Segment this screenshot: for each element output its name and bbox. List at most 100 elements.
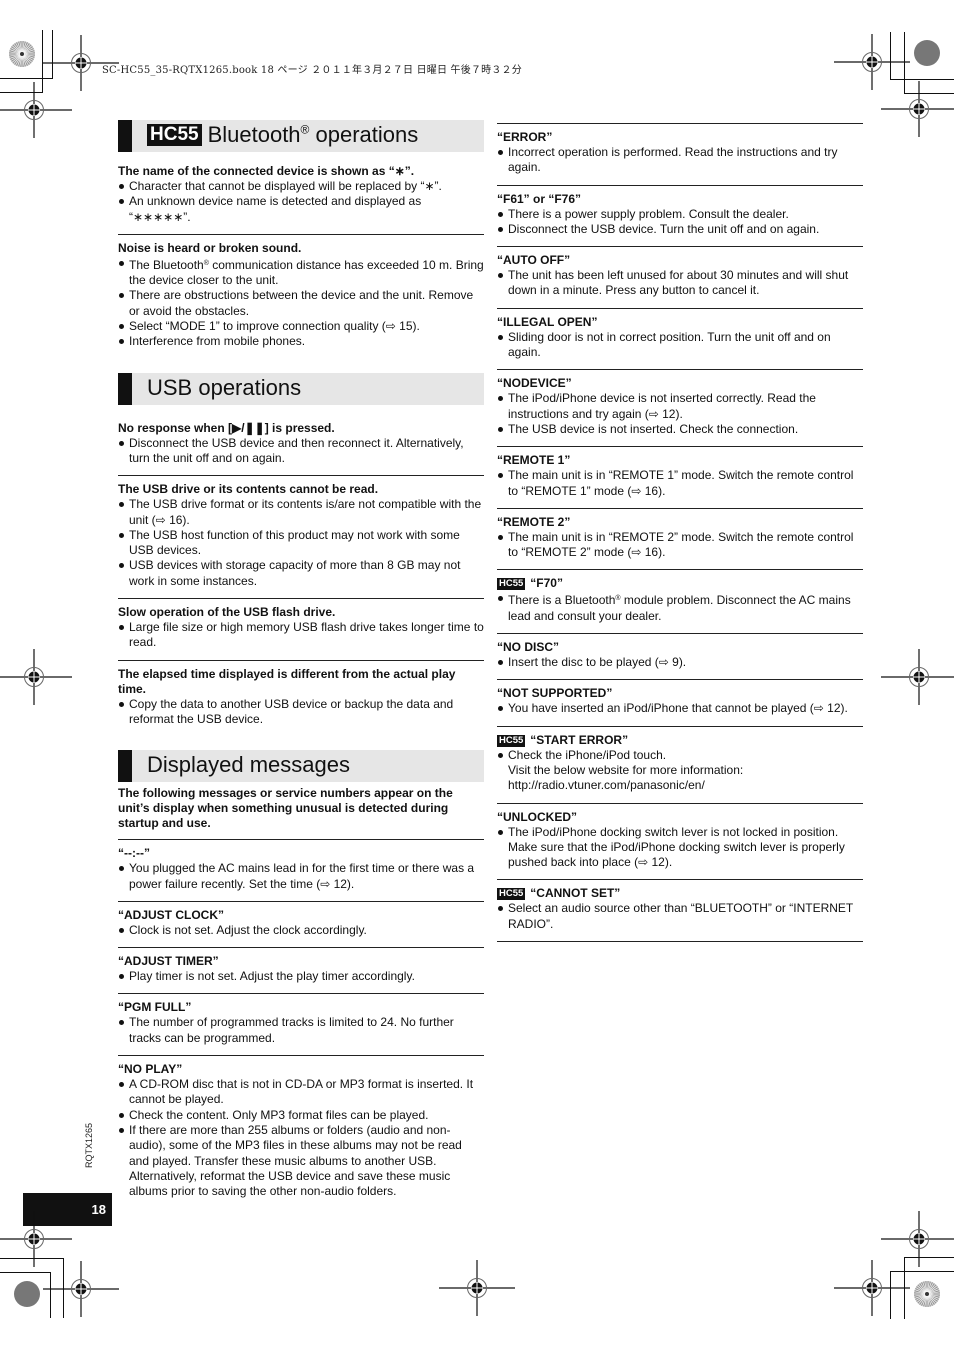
message-block: “UNLOCKED” The iPod/iPhone docking switch… xyxy=(497,804,863,881)
bullet-item: The main unit is in “REMOTE 2” mode. Swi… xyxy=(497,530,863,561)
message-block: The USB drive or its contents cannot be … xyxy=(118,476,484,600)
bullet-list: Play timer is not set. Adjust the play t… xyxy=(118,969,484,984)
bullet-list: Copy the data to another USB device or b… xyxy=(118,697,484,728)
message-block: HC55 “CANNOT SET” Select an audio source o… xyxy=(497,880,863,943)
block-heading: “ADJUST CLOCK” xyxy=(118,908,484,923)
message-block: “REMOTE 2” The main unit is in “REMOTE 2”… xyxy=(497,509,863,571)
message-block: “--:--” You plugged the AC mains lead in … xyxy=(118,840,484,902)
bullet-item: The USB host function of this product ma… xyxy=(118,528,484,559)
bullet-item: Insert the disc to be played (⇨ 9). xyxy=(497,655,863,670)
message-block: Noise is heard or broken sound. The Bluet… xyxy=(118,235,484,359)
block-heading: HC55 “F70” xyxy=(497,576,863,591)
bullet-item: The main unit is in “REMOTE 1” mode. Swi… xyxy=(497,468,863,499)
block-heading-text: “F61” or “F76” xyxy=(497,191,582,206)
right-message-blocks: “ERROR” Incorrect operation is performed.… xyxy=(497,124,863,943)
document-code: RQTX1265 xyxy=(84,1122,94,1168)
grey-dot-icon xyxy=(914,40,940,66)
bullet-list: The main unit is in “REMOTE 1” mode. Swi… xyxy=(497,468,863,499)
block-heading: “ADJUST TIMER” xyxy=(118,954,484,969)
right-column: “ERROR” Incorrect operation is performed.… xyxy=(497,123,863,943)
block-heading: “NODEVICE” xyxy=(497,376,863,391)
bullet-list: The iPod/iPhone docking switch lever is … xyxy=(497,825,863,871)
bullet-list: The number of programmed tracks is limit… xyxy=(118,1015,484,1046)
bullet-item: Character that cannot be displayed will … xyxy=(118,179,484,194)
block-heading-text: “ILLEGAL OPEN” xyxy=(497,314,598,329)
block-heading-text: Slow operation of the USB flash drive. xyxy=(118,605,336,620)
bullet-list: The USB drive format or its contents is/… xyxy=(118,497,484,589)
block-heading-text: “--:--” xyxy=(118,846,150,861)
block-heading: “UNLOCKED” xyxy=(497,810,863,825)
bullet-item: The iPod/iPhone docking switch lever is … xyxy=(497,825,863,871)
message-block: “AUTO OFF” The unit has been left unused … xyxy=(497,247,863,309)
bullet-item: If there are more than 255 albums or fol… xyxy=(118,1123,484,1199)
usb-blocks: No response when [▶/❚❚] is pressed. Disco… xyxy=(118,415,484,737)
bullet-item: Large file size or high memory USB flash… xyxy=(118,620,484,651)
page-number: 18 xyxy=(91,1202,106,1217)
registration-target-icon xyxy=(881,81,954,137)
block-heading-text: “ADJUST CLOCK” xyxy=(118,907,225,922)
print-header-line: SC-HC55_35-RQTX1265.book 18 ページ ２０１１年３月２… xyxy=(102,65,522,76)
block-heading-text: “ERROR” xyxy=(497,130,553,144)
message-block: “ILLEGAL OPEN” Sliding door is not in cor… xyxy=(497,309,863,371)
left-column: HC55 Bluetooth® operations The name of th… xyxy=(118,120,484,1208)
section-header-bluetooth: HC55 Bluetooth® operations xyxy=(118,120,484,152)
block-heading: “F61” or “F76” xyxy=(497,192,863,207)
block-heading-text: “START ERROR” xyxy=(530,732,629,747)
bullet-list: There is a Bluetooth® module problem. Di… xyxy=(497,591,863,624)
block-heading-text: No response when [▶/❚❚] is pressed. xyxy=(118,420,335,435)
bullet-list: A CD-ROM disc that is not in CD-DA or MP… xyxy=(118,1077,484,1199)
messages-blocks: “--:--” You plugged the AC mains lead in … xyxy=(118,840,484,1208)
bullet-item: The unit has been left unused for about … xyxy=(497,268,863,299)
block-heading-text: “REMOTE 1” xyxy=(497,453,571,468)
block-heading: “REMOTE 1” xyxy=(497,453,863,468)
bullet-item: Disconnect the USB device. Turn the unit… xyxy=(497,222,863,237)
starburst-target-icon xyxy=(914,1281,940,1307)
message-block: “ADJUST CLOCK” Clock is not set. Adjust t… xyxy=(118,902,484,949)
block-heading: “REMOTE 2” xyxy=(497,515,863,530)
bullet-list: Insert the disc to be played (⇨ 9). xyxy=(497,655,863,670)
bullet-list: Select an audio source other than “BLUET… xyxy=(497,901,863,932)
block-heading: The name of the connected device is show… xyxy=(118,164,484,179)
message-block: “NOT SUPPORTED” You have inserted an iPod… xyxy=(497,680,863,727)
message-block: “REMOTE 1” The main unit is in “REMOTE 1”… xyxy=(497,447,863,509)
message-block: No response when [▶/❚❚] is pressed. Disco… xyxy=(118,415,484,477)
bullet-item: There is a Bluetooth® module problem. Di… xyxy=(497,591,863,624)
block-heading-text: Noise is heard or broken sound. xyxy=(118,240,302,255)
bullet-item: There are obstructions between the devic… xyxy=(118,288,484,319)
bullet-item: Play timer is not set. Adjust the play t… xyxy=(118,969,484,984)
bullet-list: You have inserted an iPod/iPhone that ca… xyxy=(497,701,863,716)
block-heading: “PGM FULL” xyxy=(118,1000,484,1015)
bullet-item: Disconnect the USB device and then recon… xyxy=(118,436,484,467)
section-title-text: Bluetooth xyxy=(207,122,301,147)
registration-target-icon xyxy=(43,1261,119,1317)
message-block: “NO DISC” Insert the disc to be played (⇨… xyxy=(497,634,863,681)
bullet-list: The unit has been left unused for about … xyxy=(497,268,863,299)
block-heading-text: “NOT SUPPORTED” xyxy=(497,686,613,701)
block-heading: Slow operation of the USB flash drive. xyxy=(118,605,484,620)
section-title-messages: Displayed messages xyxy=(147,752,350,778)
bullet-list: Incorrect operation is performed. Read t… xyxy=(497,145,863,176)
block-heading-text: The elapsed time displayed is different … xyxy=(118,666,456,696)
block-heading: “--:--” xyxy=(118,846,484,861)
section-title-suffix: operations xyxy=(309,122,419,147)
model-badge: HC55 xyxy=(147,124,202,146)
bullet-item: The iPod/iPhone device is not inserted c… xyxy=(497,391,863,422)
bullet-list: Clock is not set. Adjust the clock accor… xyxy=(118,923,484,938)
block-heading: The elapsed time displayed is different … xyxy=(118,667,484,697)
block-heading-text: The USB drive or its contents cannot be … xyxy=(118,482,379,497)
bullet-list: Sliding door is not in correct position.… xyxy=(497,330,863,361)
message-block: “PGM FULL” The number of programmed track… xyxy=(118,994,484,1057)
messages-intro: The following messages or service number… xyxy=(118,786,484,841)
grey-dot-icon xyxy=(14,1281,40,1307)
registered-mark: ® xyxy=(615,595,621,603)
block-heading: HC55 “CANNOT SET” xyxy=(497,886,863,901)
block-heading-text: “NODEVICE” xyxy=(497,376,572,391)
block-heading-text: “PGM FULL” xyxy=(118,1000,192,1015)
registration-target-icon xyxy=(0,82,72,138)
bullet-item: Incorrect operation is performed. Read t… xyxy=(497,145,863,176)
section-header-bar xyxy=(118,750,132,783)
message-block: “F61” or “F76” There is a power supply pr… xyxy=(497,186,863,248)
block-heading: The USB drive or its contents cannot be … xyxy=(118,482,484,497)
model-badge: HC55 xyxy=(497,888,526,901)
message-block: “NODEVICE” The iPod/iPhone device is not … xyxy=(497,370,863,448)
